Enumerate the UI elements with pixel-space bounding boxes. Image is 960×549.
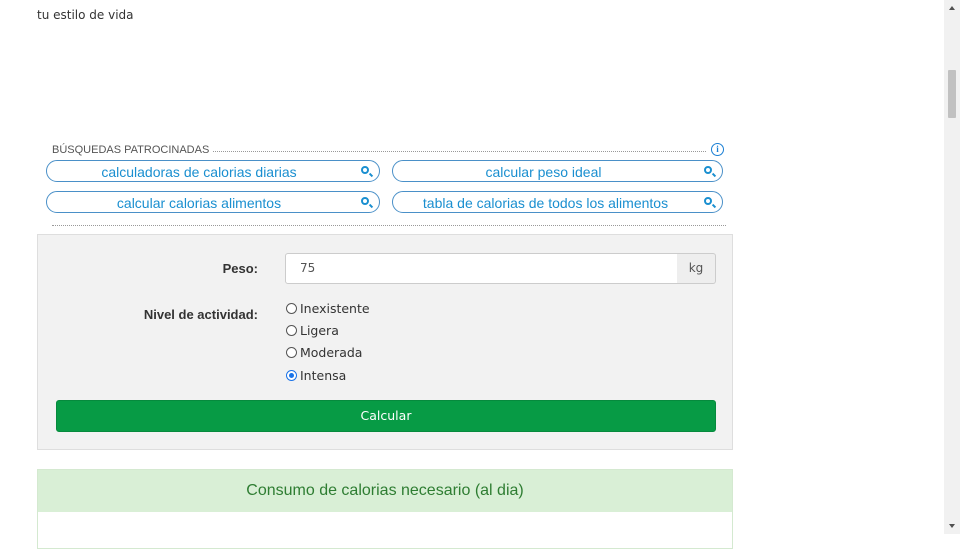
pill-label: calcular calorias alimentos [116,195,282,211]
sponsored-pill-calorias-alimentos[interactable]: calcular calorias alimentos [46,191,380,213]
radio-intensa[interactable]: Intensa [286,366,346,386]
scroll-down-arrow-icon[interactable] [944,518,960,534]
intro-text: tu estilo de vida [37,8,134,22]
radio-circle-selected[interactable] [286,370,297,381]
sponsored-header: BÚSQUEDAS PATROCINADAS i [52,143,726,158]
sponsored-searches: BÚSQUEDAS PATROCINADAS i calculadoras de… [46,141,726,228]
radio-inexistente[interactable]: Inexistente [286,299,370,319]
scrollbar[interactable] [944,0,960,534]
divider [52,225,726,226]
calorie-form: Peso: 75 kg Nivel de actividad: Inexiste… [37,234,733,450]
radio-label: Moderada [300,345,363,360]
radio-label: Inexistente [300,301,370,316]
sponsored-pill-peso-ideal[interactable]: calcular peso ideal [392,160,723,182]
radio-label: Ligera [300,323,339,338]
search-icon [361,166,369,174]
radio-label: Intensa [300,368,347,383]
scroll-up-arrow-icon[interactable] [944,0,960,16]
radio-circle[interactable] [286,303,297,314]
result-title: Consumo de calorias necesario (al dia) [38,470,732,512]
search-icon [704,197,712,205]
scrollbar-thumb[interactable] [948,70,956,118]
peso-input-group: 75 kg [285,253,716,284]
sponsored-pill-tabla-calorias[interactable]: tabla de calorias de todos los alimentos [392,191,723,213]
radio-circle[interactable] [286,347,297,358]
pill-label: tabla de calorias de todos los alimentos [422,195,669,211]
search-icon [704,166,712,174]
radio-circle[interactable] [286,325,297,336]
peso-label: Peso: [222,261,258,276]
peso-unit: kg [677,253,716,284]
search-icon [361,197,369,205]
calcular-button[interactable]: Calcular [56,400,716,432]
peso-input[interactable]: 75 [285,253,678,284]
radio-ligera[interactable]: Ligera [286,321,339,341]
sponsored-pill-calorias-diarias[interactable]: calculadoras de calorias diarias [46,160,380,182]
pill-label: calculadoras de calorias diarias [101,164,297,180]
sponsored-header-label: BÚSQUEDAS PATROCINADAS [52,144,213,156]
actividad-label: Nivel de actividad: [143,307,258,322]
radio-moderada[interactable]: Moderada [286,343,362,363]
info-icon[interactable]: i [711,143,724,156]
pill-label: calcular peso ideal [485,164,602,180]
result-box: Consumo de calorias necesario (al dia) [37,469,733,549]
